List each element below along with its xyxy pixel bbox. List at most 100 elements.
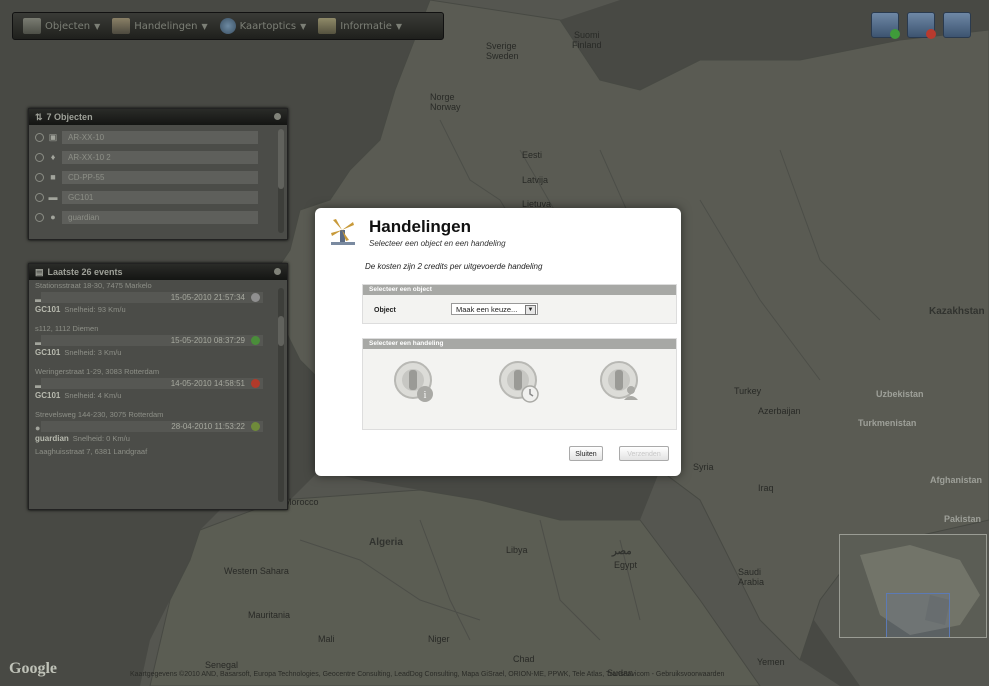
event-speed: Snelheid: 93 Km/u	[64, 305, 126, 314]
object-section: Selecteer een object Object Maak een keu…	[362, 284, 677, 324]
actions-menu-icon	[112, 18, 131, 34]
events-panel: ▤ Laatste 26 events Stationsstraat 18-30…	[28, 263, 288, 510]
dropdown-arrow-icon[interactable]: ▼	[525, 305, 536, 315]
events-scrollbar[interactable]	[278, 288, 284, 502]
info-action-icon[interactable]: i	[391, 358, 439, 406]
event-time: 14-05-2010 14:58:51	[170, 379, 245, 388]
event-speed-line: guardian Snelheid: 0 Km/u	[35, 432, 269, 446]
event-address: Strevelsweg 144-230, 3075 Rotterdam	[35, 410, 164, 419]
event-item[interactable]: Strevelsweg 144-230, 3075 Rotterdam ● 28…	[29, 409, 275, 446]
object-row[interactable]: ● guardian	[29, 207, 287, 227]
object-row[interactable]: ■ CD-PP-55	[29, 167, 287, 187]
menu-informatie[interactable]: Informatie ▼	[314, 18, 406, 34]
object-name: AR-XX-10	[62, 130, 258, 144]
event-timestamp-bar: 15-05-2010 08:37:29	[41, 335, 263, 346]
objects-panel-title: 7 Objecten	[46, 112, 93, 122]
object-label: Object	[374, 307, 396, 314]
svg-text:i: i	[424, 390, 427, 401]
object-select[interactable]: Maak een keuze... ▼	[451, 303, 538, 315]
objects-panel-header: ⇅ 7 Objecten	[29, 109, 287, 125]
menu-kaartopties[interactable]: Kaartoptics ▼	[216, 18, 311, 34]
object-checkbox[interactable]	[35, 132, 44, 142]
object-name: GC101	[62, 190, 258, 204]
person-icon: ●	[50, 212, 56, 222]
main-menu-bar: Objecten ▼ Handelingen ▼ Kaartoptics ▼ I…	[12, 12, 444, 40]
event-item-partial[interactable]: Laaghuisstraat 7, 6381 Landgraaf	[29, 446, 275, 458]
objects-panel: ⇅ 7 Objecten ▣ AR-XX-10 ♦ AR-XX-10 2 ■ C…	[28, 108, 288, 240]
event-address: Laaghuisstraat 7, 6381 Landgraaf	[35, 447, 148, 456]
dialog-subtitle: Selecteer een object en een handeling	[369, 239, 506, 248]
object-select-value: Maak een keuze...	[456, 305, 518, 314]
panel-pin-icon[interactable]	[274, 268, 281, 275]
event-speed-line: GC101 Snelheid: 3 Km/u	[35, 346, 269, 360]
map-attribution[interactable]: Kaartgegevens ©2010 AND, Basarsoft, Euro…	[130, 671, 724, 678]
dialog-title: Handelingen	[369, 217, 472, 236]
event-object: guardian	[35, 434, 69, 443]
event-item[interactable]: Weringerstraat 1-29, 3083 Rotterdam ▬ 14…	[29, 366, 275, 403]
remove-window-icon[interactable]	[907, 12, 936, 39]
chevron-down-icon: ▼	[201, 21, 208, 31]
event-speed-line: GC101 Snelheid: 4 Km/u	[35, 389, 269, 403]
event-time: 28-04-2010 11:53:22	[171, 422, 245, 431]
truck-icon: ■	[50, 172, 56, 182]
menu-handelingen-label: Handelingen	[134, 20, 198, 32]
object-row[interactable]: ▣ AR-XX-10	[29, 127, 287, 147]
schedule-action-icon[interactable]	[496, 358, 544, 406]
people-icon: ♦	[50, 152, 56, 162]
event-timestamp-bar: 14-05-2010 14:58:51	[41, 378, 263, 389]
object-row[interactable]: ▬ GC101	[29, 187, 287, 207]
cost-note: De kosten zijn 2 credits per uitgevoerde…	[365, 262, 543, 271]
close-button[interactable]: Sluiten	[569, 446, 603, 461]
status-indicator-icon	[251, 422, 260, 431]
event-speed: Snelheid: 0 Km/u	[72, 434, 130, 443]
event-item[interactable]: Stationsstraat 18-30, 7475 Markelo ▬ 15-…	[29, 280, 275, 317]
object-checkbox[interactable]	[35, 212, 44, 222]
chevron-down-icon: ▼	[94, 21, 101, 31]
event-object: GC101	[35, 305, 61, 314]
event-time: 15-05-2010 21:57:34	[170, 293, 245, 302]
status-indicator-icon	[251, 293, 260, 302]
action-section-title: Selecteer een handeling	[363, 339, 676, 349]
menu-kaartopties-label: Kaartoptics	[239, 20, 297, 32]
car-icon: ▬	[48, 192, 58, 202]
cascade-windows-icon[interactable]	[943, 12, 971, 38]
object-row[interactable]: ♦ AR-XX-10 2	[29, 147, 287, 167]
event-speed-line: GC101 Snelheid: 93 Km/u	[35, 303, 269, 317]
event-object: GC101	[35, 391, 61, 400]
info-menu-icon	[318, 18, 337, 34]
events-panel-header: ▤ Laatste 26 events	[29, 264, 287, 280]
globe-menu-icon	[219, 18, 236, 34]
chevron-down-icon: ▼	[300, 21, 307, 31]
menu-informatie-label: Informatie	[340, 20, 392, 32]
object-name: guardian	[62, 210, 258, 224]
minimap-viewport[interactable]	[886, 593, 950, 637]
action-section: Selecteer een handeling i	[362, 338, 677, 430]
bus-icon: ▣	[48, 132, 58, 142]
menu-handelingen[interactable]: Handelingen ▼	[108, 18, 211, 34]
event-speed: Snelheid: 4 Km/u	[64, 391, 122, 400]
event-address: s112, 1112 Diemen	[35, 324, 99, 333]
status-indicator-icon	[251, 336, 260, 345]
objects-menu-icon	[23, 18, 41, 34]
menu-objecten-label: Objecten	[45, 20, 91, 32]
event-item[interactable]: s112, 1112 Diemen ▬ 15-05-2010 08:37:29 …	[29, 323, 275, 360]
panel-pin-icon[interactable]	[274, 113, 281, 120]
scrollbar-thumb[interactable]	[278, 129, 284, 189]
scrollbar-thumb[interactable]	[278, 316, 284, 346]
object-checkbox[interactable]	[35, 172, 44, 182]
event-timestamp-bar: 15-05-2010 21:57:34	[41, 292, 263, 303]
event-address: Stationsstraat 18-30, 7475 Markelo	[35, 281, 152, 290]
overview-minimap[interactable]	[839, 534, 987, 638]
object-checkbox[interactable]	[35, 192, 44, 202]
google-logo: Google	[9, 660, 57, 677]
menu-objecten[interactable]: Objecten ▼	[19, 18, 104, 34]
event-speed: Snelheid: 3 Km/u	[64, 348, 122, 357]
object-checkbox[interactable]	[35, 152, 44, 162]
object-name: AR-XX-10 2	[62, 150, 258, 164]
person-action-icon[interactable]	[597, 358, 645, 406]
chevron-down-icon: ▼	[395, 21, 403, 31]
objects-scrollbar[interactable]	[278, 129, 284, 233]
send-button[interactable]: Verzenden	[619, 446, 669, 461]
object-name: CD-PP-55	[62, 170, 258, 184]
add-window-icon[interactable]	[871, 12, 900, 39]
